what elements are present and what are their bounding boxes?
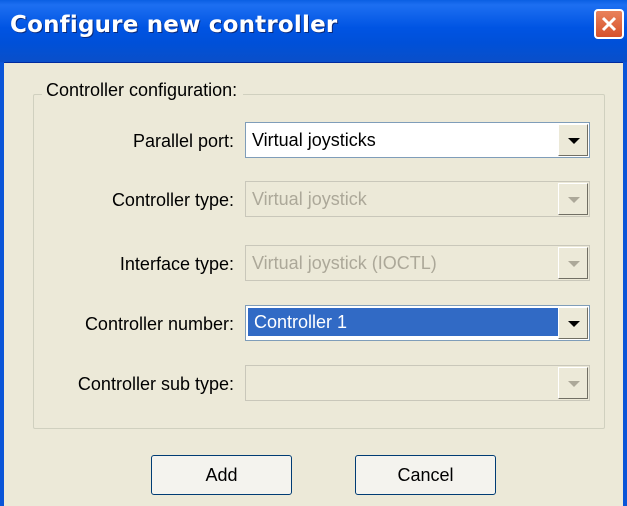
- controller-number-value: Controller 1: [248, 308, 560, 336]
- dialog-window: Configure new controller Controller conf…: [0, 0, 627, 506]
- controller-type-select: Virtual joystick: [245, 181, 590, 217]
- chevron-down-icon: [558, 367, 588, 399]
- parallel-port-value: Virtual joysticks: [252, 130, 376, 150]
- chevron-down-icon: [558, 183, 588, 215]
- close-icon: [601, 16, 617, 32]
- chevron-down-icon[interactable]: [558, 124, 588, 156]
- controller-type-value: Virtual joystick: [252, 189, 367, 209]
- interface-type-value: Virtual joystick (IOCTL): [252, 253, 437, 273]
- group-legend: Controller configuration:: [42, 80, 244, 101]
- controller-number-select[interactable]: Controller 1: [245, 305, 590, 341]
- controller-sub-type-select: [245, 365, 590, 401]
- window-border-right: [623, 62, 627, 506]
- parallel-port-select[interactable]: Virtual joysticks: [245, 122, 590, 158]
- window-title: Configure new controller: [10, 12, 338, 38]
- interface-type-select: Virtual joystick (IOCTL): [245, 245, 590, 281]
- title-bar[interactable]: Configure new controller: [0, 0, 627, 63]
- controller-type-label: Controller type:: [111, 190, 234, 210]
- close-button[interactable]: [594, 9, 624, 39]
- add-button[interactable]: Add: [151, 455, 292, 495]
- window-border-left: [0, 62, 4, 506]
- controller-number-label: Controller number:: [84, 314, 234, 334]
- chevron-down-icon[interactable]: [558, 307, 588, 339]
- parallel-port-label: Parallel port:: [132, 131, 234, 151]
- controller-sub-type-label: Controller sub type:: [77, 374, 234, 394]
- cancel-button[interactable]: Cancel: [355, 455, 496, 495]
- chevron-down-icon: [558, 247, 588, 279]
- interface-type-label: Interface type:: [119, 254, 234, 274]
